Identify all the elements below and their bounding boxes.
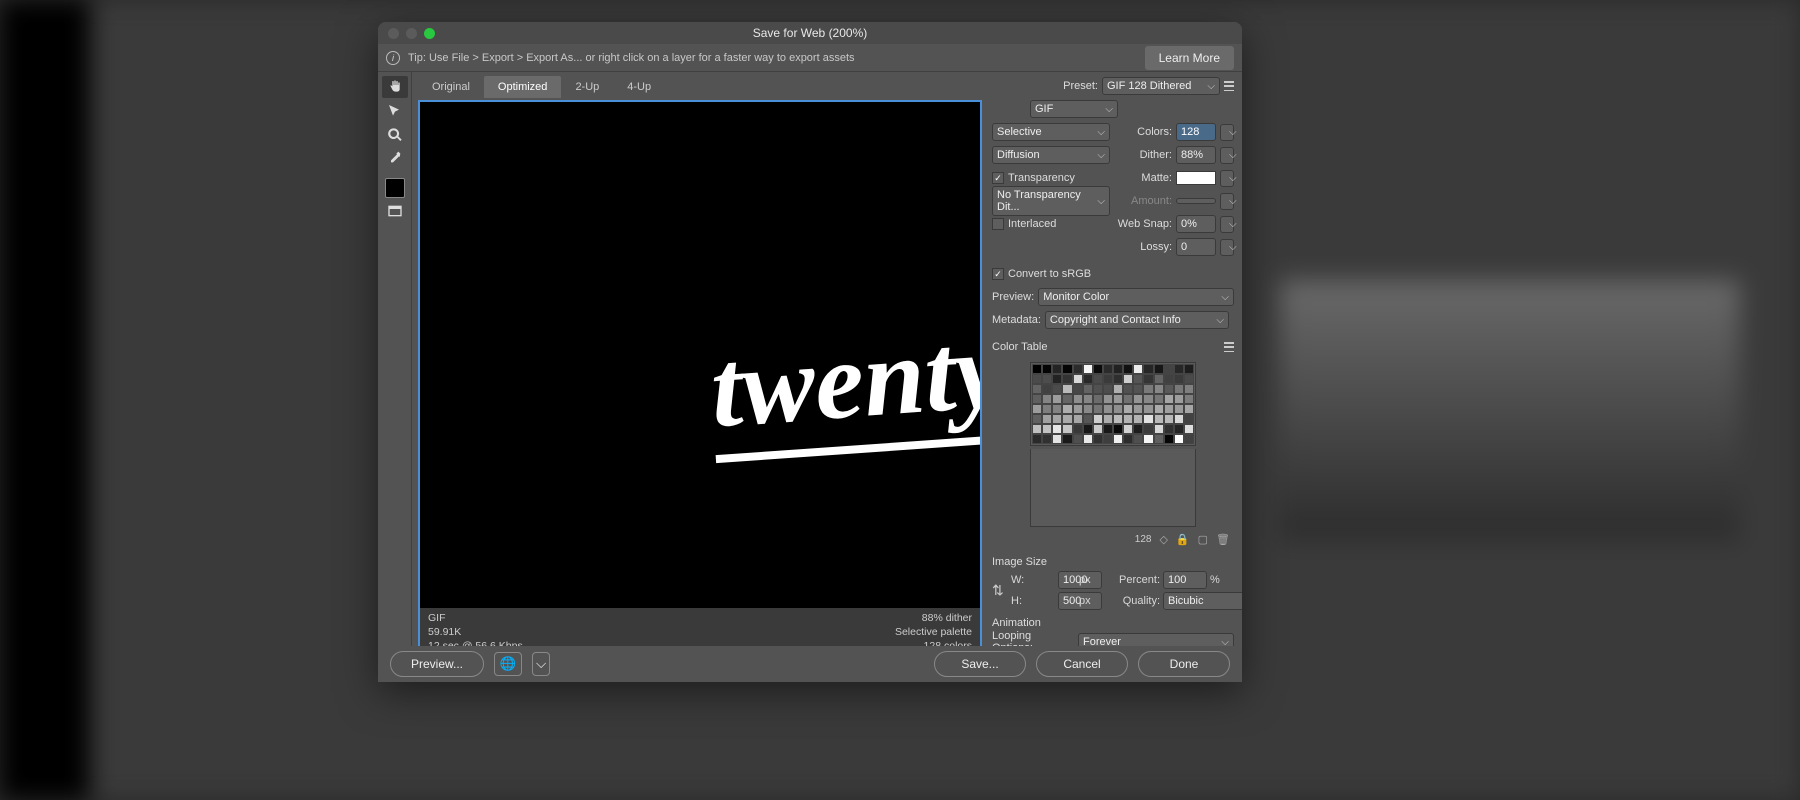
px-unit: px: [1079, 574, 1107, 586]
tab-4up[interactable]: 4-Up: [613, 76, 665, 98]
info-palette: Selective palette: [895, 625, 972, 639]
transparency-label: Transparency: [1008, 172, 1075, 184]
colors-input[interactable]: 128: [1176, 123, 1216, 141]
preset-menu-icon[interactable]: [1224, 81, 1234, 91]
lossy-input[interactable]: 0: [1176, 238, 1216, 256]
percent-label: Percent:: [1110, 574, 1160, 586]
eyedropper-color-swatch[interactable]: [385, 178, 405, 198]
dither-label: Dither:: [1114, 149, 1172, 161]
color-table-header: Color Table: [992, 341, 1047, 353]
learn-more-button[interactable]: Learn More: [1145, 46, 1234, 70]
ct-trash-icon[interactable]: 🗑: [1216, 533, 1230, 546]
quality-select[interactable]: Bicubic: [1163, 592, 1242, 610]
matte-swatch[interactable]: [1176, 171, 1216, 185]
websnap-input[interactable]: 0%: [1176, 215, 1216, 233]
preset-select[interactable]: GIF 128 Dithered: [1102, 77, 1220, 95]
color-reduction-select[interactable]: Selective: [992, 123, 1110, 141]
percent-sign: %: [1210, 574, 1224, 586]
info-dither: 88% dither: [895, 611, 972, 625]
tip-bar: i Tip: Use File > Export > Export As... …: [378, 44, 1242, 72]
hand-tool[interactable]: [382, 76, 408, 98]
amount-input: [1176, 198, 1216, 204]
window-title: Save for Web (200%): [378, 26, 1242, 40]
info-format: GIF: [428, 611, 523, 625]
zoom-tool[interactable]: [382, 124, 408, 146]
color-table-menu-icon[interactable]: [1224, 342, 1234, 352]
cancel-button[interactable]: Cancel: [1036, 651, 1128, 677]
preview-label: Preview:: [992, 291, 1034, 303]
preview-canvas[interactable]: twentyt: [420, 102, 980, 608]
settings-panel: Preset: GIF 128 Dithered GIF Selective C…: [988, 72, 1242, 682]
interlaced-label: Interlaced: [1008, 218, 1056, 230]
close-window-button[interactable]: [388, 28, 399, 39]
colors-stepper[interactable]: [1220, 124, 1234, 141]
preview-pane[interactable]: twentyt GIF 59.91K 12 sec @ 56.6 Kbps 88…: [418, 100, 982, 656]
color-table[interactable]: [1030, 362, 1196, 446]
titlebar: Save for Web (200%): [378, 22, 1242, 44]
tab-2up[interactable]: 2-Up: [561, 76, 613, 98]
done-button[interactable]: Done: [1138, 651, 1230, 677]
ct-lock-icon[interactable]: 🔒: [1176, 533, 1190, 546]
preset-label: Preset:: [992, 80, 1098, 92]
lossy-label: Lossy:: [992, 241, 1172, 253]
preview-tabs: Original Optimized 2-Up 4-Up: [418, 76, 982, 98]
format-select[interactable]: GIF: [1030, 100, 1118, 118]
tab-optimized[interactable]: Optimized: [484, 76, 562, 98]
dither-stepper[interactable]: [1220, 147, 1234, 164]
animation-header: Animation: [992, 617, 1234, 629]
matte-select[interactable]: [1220, 170, 1234, 187]
dither-input[interactable]: 88%: [1176, 146, 1216, 164]
transparency-checkbox[interactable]: [992, 172, 1004, 184]
toggle-slices-visibility[interactable]: [382, 200, 408, 222]
dialog-footer: Preview... 🌐 ⌵ Save... Cancel Done: [378, 646, 1242, 682]
amount-stepper: [1220, 193, 1234, 210]
matte-label: Matte:: [1079, 172, 1172, 184]
amount-label: Amount:: [1114, 195, 1172, 207]
srgb-checkbox[interactable]: [992, 268, 1004, 280]
quality-label: Quality:: [1110, 595, 1160, 607]
lossy-stepper[interactable]: [1220, 239, 1234, 256]
srgb-label: Convert to sRGB: [1008, 268, 1091, 280]
colors-label: Colors:: [1114, 126, 1172, 138]
ct-snap-icon[interactable]: ◇: [1159, 533, 1167, 546]
info-icon: i: [386, 51, 400, 65]
slice-select-tool[interactable]: [382, 100, 408, 122]
tool-column: [378, 72, 412, 682]
color-count: 128: [1135, 534, 1152, 545]
websnap-label: Web Snap:: [1060, 218, 1172, 230]
ct-new-icon[interactable]: ▢: [1198, 533, 1208, 546]
browser-preview-menu[interactable]: ⌵: [532, 652, 550, 676]
preview-select[interactable]: Monitor Color: [1038, 288, 1234, 306]
preview-button[interactable]: Preview...: [390, 651, 484, 677]
transparency-dither-select[interactable]: No Transparency Dit...: [992, 186, 1110, 216]
percent-input[interactable]: [1163, 571, 1207, 589]
eyedropper-tool[interactable]: [382, 148, 408, 170]
dither-method-select[interactable]: Diffusion: [992, 146, 1110, 164]
image-size-header: Image Size: [992, 556, 1234, 568]
tab-original[interactable]: Original: [418, 76, 484, 98]
info-size: 59.91K: [428, 625, 523, 639]
browser-preview-icon[interactable]: 🌐: [494, 652, 522, 676]
preview-content: twentyt: [707, 303, 980, 462]
width-label: W:: [1011, 574, 1055, 586]
save-button[interactable]: Save...: [934, 651, 1026, 677]
interlaced-checkbox[interactable]: [992, 218, 1004, 230]
metadata-select[interactable]: Copyright and Contact Info: [1045, 311, 1229, 329]
tip-text: Tip: Use File > Export > Export As... or…: [408, 52, 855, 64]
px-unit-2: px: [1079, 595, 1107, 607]
metadata-label: Metadata:: [992, 314, 1041, 326]
minimize-window-button[interactable]: [406, 28, 417, 39]
maximize-window-button[interactable]: [424, 28, 435, 39]
save-for-web-dialog: Save for Web (200%) i Tip: Use File > Ex…: [378, 22, 1242, 682]
height-label: H:: [1011, 595, 1055, 607]
websnap-stepper[interactable]: [1220, 216, 1234, 233]
link-dimensions-icon[interactable]: ⇅: [992, 582, 1008, 599]
